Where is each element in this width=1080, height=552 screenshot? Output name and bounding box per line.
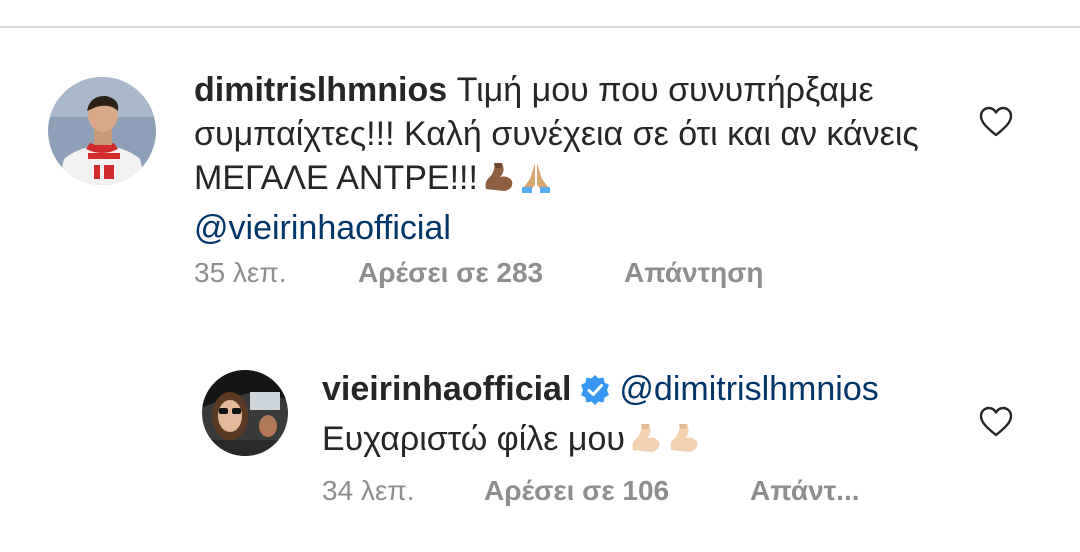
heart-icon[interactable] <box>978 106 1014 143</box>
avatar[interactable] <box>202 370 288 456</box>
flexed-biceps-emoji <box>627 420 663 467</box>
reply-button[interactable]: Απάντ... <box>750 475 860 507</box>
reply-text: vieirinhaofficial @dimitrislhmnios Ευχαρι… <box>322 367 962 467</box>
top-divider <box>0 26 1080 28</box>
flexed-biceps-emoji <box>665 420 701 467</box>
comment-meta: 34 λεπ. Αρέσει σε 106 Απάντ... <box>322 475 1022 509</box>
flexed-biceps-emoji <box>480 159 516 206</box>
mention-link[interactable]: @vieirinhaofficial <box>194 209 451 247</box>
heart-icon[interactable] <box>978 406 1014 443</box>
comment-time[interactable]: 35 λεπ. <box>194 257 287 289</box>
comment-body: Ευχαριστώ φίλε μου <box>322 420 625 458</box>
folded-hands-emoji <box>518 159 554 206</box>
comment-username[interactable]: vieirinhaofficial <box>322 370 571 408</box>
likes-count[interactable]: Αρέσει σε 283 <box>358 257 543 289</box>
verified-badge-icon <box>579 373 611 417</box>
comment-time[interactable]: 34 λεπ. <box>322 475 415 507</box>
comment-text: dimitrislhmnios Τιμή μου που συνυπήρξαμε… <box>194 68 934 250</box>
avatar[interactable] <box>48 77 156 185</box>
reply-button[interactable]: Απάντηση <box>624 257 764 289</box>
comment-username[interactable]: dimitrislhmnios <box>194 71 447 109</box>
comment-meta: 35 λεπ. Αρέσει σε 283 Απάντηση <box>194 257 894 291</box>
likes-count[interactable]: Αρέσει σε 106 <box>484 475 669 507</box>
mention-link[interactable]: @dimitrislhmnios <box>619 370 878 408</box>
